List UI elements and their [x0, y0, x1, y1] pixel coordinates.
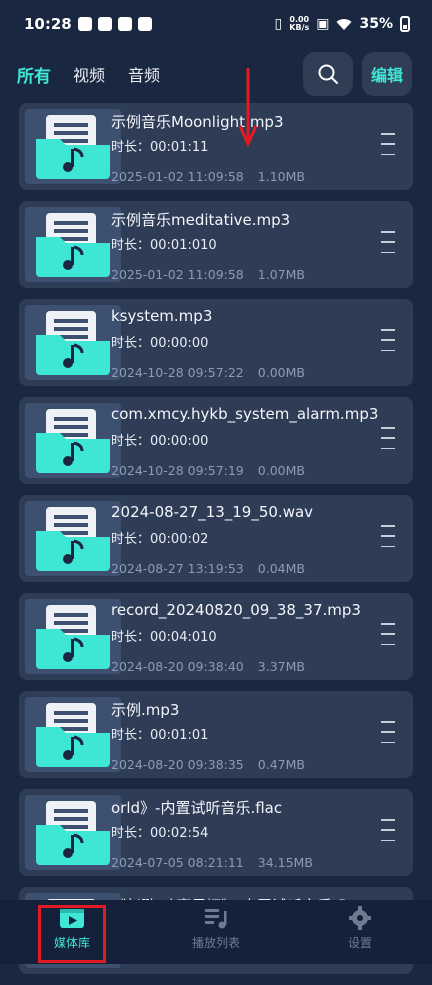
list-item[interactable]: record_20240820_09_38_37.mp3 时长：00:04:01… — [19, 593, 413, 680]
net-speed-unit: KB/s — [289, 23, 310, 32]
file-duration: 时长：00:00:00 — [111, 336, 209, 351]
file-meta: 2025-01-02 11:09:58 1.10MB — [111, 169, 305, 184]
audio-file-icon — [25, 207, 121, 282]
more-menu-icon[interactable] — [381, 623, 395, 645]
file-size: 0.00MB — [257, 365, 305, 380]
annotation-highlight-box — [38, 905, 106, 963]
list-item[interactable]: com.xmcy.hykb_system_alarm.mp3 时长：00:00:… — [19, 397, 413, 484]
file-name: 示例.mp3 — [111, 701, 180, 719]
file-date: 2024-08-20 09:38:35 — [111, 757, 244, 772]
battery-text: 35% — [359, 16, 393, 32]
vibrate-icon: ▯ — [274, 16, 283, 32]
file-name: 2024-08-27_13_19_50.wav — [111, 503, 314, 521]
nav-playlist[interactable]: 播放列表 — [176, 906, 256, 962]
file-meta: 2024-07-05 08:21:11 34.15MB — [111, 855, 313, 870]
gear-icon — [349, 906, 371, 930]
file-duration: 时长：00:02:54 — [111, 826, 209, 841]
media-list: 示例音乐Moonlight.mp3 时长：00:01:11 2025-01-02… — [19, 103, 413, 985]
audio-file-icon — [25, 697, 121, 772]
file-date: 2024-07-05 08:21:11 — [111, 855, 244, 870]
more-menu-icon[interactable] — [381, 133, 395, 155]
tab-all[interactable]: 所有 — [17, 62, 51, 87]
file-name: 示例音乐meditative.mp3 — [111, 211, 291, 229]
file-size: 0.04MB — [257, 561, 305, 576]
file-size: 3.37MB — [257, 659, 305, 674]
file-date: 2024-10-28 09:57:22 — [111, 365, 244, 380]
list-item[interactable]: 2024-08-27_13_19_50.wav 时长：00:00:02 2024… — [19, 495, 413, 582]
annotation-arrow-icon — [238, 68, 258, 148]
net-speed: 0.00 KB/s — [289, 16, 309, 32]
audio-file-icon — [25, 305, 121, 380]
audio-file-icon — [25, 795, 121, 870]
status-left: 10:28 — [24, 15, 152, 33]
more-menu-icon[interactable] — [381, 721, 395, 743]
file-duration: 时长：00:00:02 — [111, 532, 209, 547]
battery-icon — [400, 16, 410, 32]
file-duration: 时长：00:01:01 — [111, 728, 209, 743]
wifi-icon — [336, 18, 352, 30]
more-menu-icon[interactable] — [381, 819, 395, 841]
more-menu-icon[interactable] — [381, 231, 395, 253]
nav-settings[interactable]: 设置 — [320, 906, 400, 962]
tab-audio[interactable]: 音频 — [128, 62, 160, 86]
file-duration: 时长：00:01:010 — [111, 238, 217, 253]
more-menu-icon[interactable] — [381, 427, 395, 449]
file-name: com.xmcy.hykb_system_alarm.mp3 — [111, 405, 379, 423]
file-size: 1.07MB — [257, 267, 305, 282]
nav-label: 播放列表 — [191, 936, 240, 950]
tab-video[interactable]: 视频 — [73, 62, 105, 86]
file-name: ksystem.mp3 — [111, 307, 213, 325]
list-item[interactable]: orld》-内置试听音乐.flac 时长：00:02:54 2024-07-05… — [19, 789, 413, 876]
status-right: ▯ 0.00 KB/s ▣ 35% — [275, 16, 410, 32]
file-size: 1.10MB — [257, 169, 305, 184]
more-menu-icon[interactable] — [381, 525, 395, 547]
notification-icon — [137, 17, 152, 31]
status-bar: 10:28 ▯ 0.00 KB/s ▣ 35% — [0, 0, 432, 48]
audio-file-icon — [25, 403, 121, 478]
file-size: 0.00MB — [257, 463, 305, 478]
file-size: 0.47MB — [257, 757, 305, 772]
search-icon — [318, 64, 338, 84]
file-meta: 2024-10-28 09:57:22 0.00MB — [111, 365, 305, 380]
notification-icon — [117, 17, 132, 31]
file-name: orld》-内置试听音乐.flac — [111, 799, 283, 817]
file-duration: 时长：00:04:010 — [111, 630, 217, 645]
list-item[interactable]: 示例.mp3 时长：00:01:01 2024-08-20 09:38:35 0.… — [19, 691, 413, 778]
list-item[interactable]: ksystem.mp3 时长：00:00:00 2024-10-28 09:57… — [19, 299, 413, 386]
sim-icon: ▣ — [316, 16, 330, 32]
edit-button[interactable]: 编辑 — [362, 52, 412, 96]
top-bar: 所有 视频 音频 编辑 — [0, 52, 432, 98]
file-name: record_20240820_09_38_37.mp3 — [111, 601, 361, 619]
list-item[interactable]: 示例音乐Moonlight.mp3 时长：00:01:11 2025-01-02… — [19, 103, 413, 190]
notification-icon — [97, 17, 112, 31]
file-meta: 2024-10-28 09:57:19 0.00MB — [111, 463, 305, 478]
file-date: 2024-08-20 09:38:40 — [111, 659, 244, 674]
list-item[interactable]: 示例音乐meditative.mp3 时长：00:01:010 2025-01-… — [19, 201, 413, 288]
file-duration: 时长：00:01:11 — [111, 140, 209, 155]
file-size: 34.15MB — [257, 855, 313, 870]
file-date: 2025-01-02 11:09:58 — [111, 169, 244, 184]
file-date: 2024-08-27 13:19:53 — [111, 561, 244, 576]
more-menu-icon[interactable] — [381, 329, 395, 351]
file-duration: 时长：00:00:00 — [111, 434, 209, 449]
file-meta: 2024-08-20 09:38:35 0.47MB — [111, 757, 305, 772]
search-button[interactable] — [303, 52, 353, 96]
audio-file-icon — [25, 109, 121, 184]
nav-label: 设置 — [347, 936, 372, 950]
file-meta: 2024-08-27 13:19:53 0.04MB — [111, 561, 305, 576]
file-meta: 2024-08-20 09:38:40 3.37MB — [111, 659, 305, 674]
audio-file-icon — [25, 599, 121, 674]
audio-file-icon — [25, 501, 121, 576]
playlist-icon — [205, 909, 227, 929]
status-time: 10:28 — [24, 15, 72, 33]
file-date: 2025-01-02 11:09:58 — [111, 267, 244, 282]
file-meta: 2025-01-02 11:09:58 1.07MB — [111, 267, 305, 282]
notification-icon — [77, 17, 92, 31]
file-date: 2024-10-28 09:57:19 — [111, 463, 244, 478]
